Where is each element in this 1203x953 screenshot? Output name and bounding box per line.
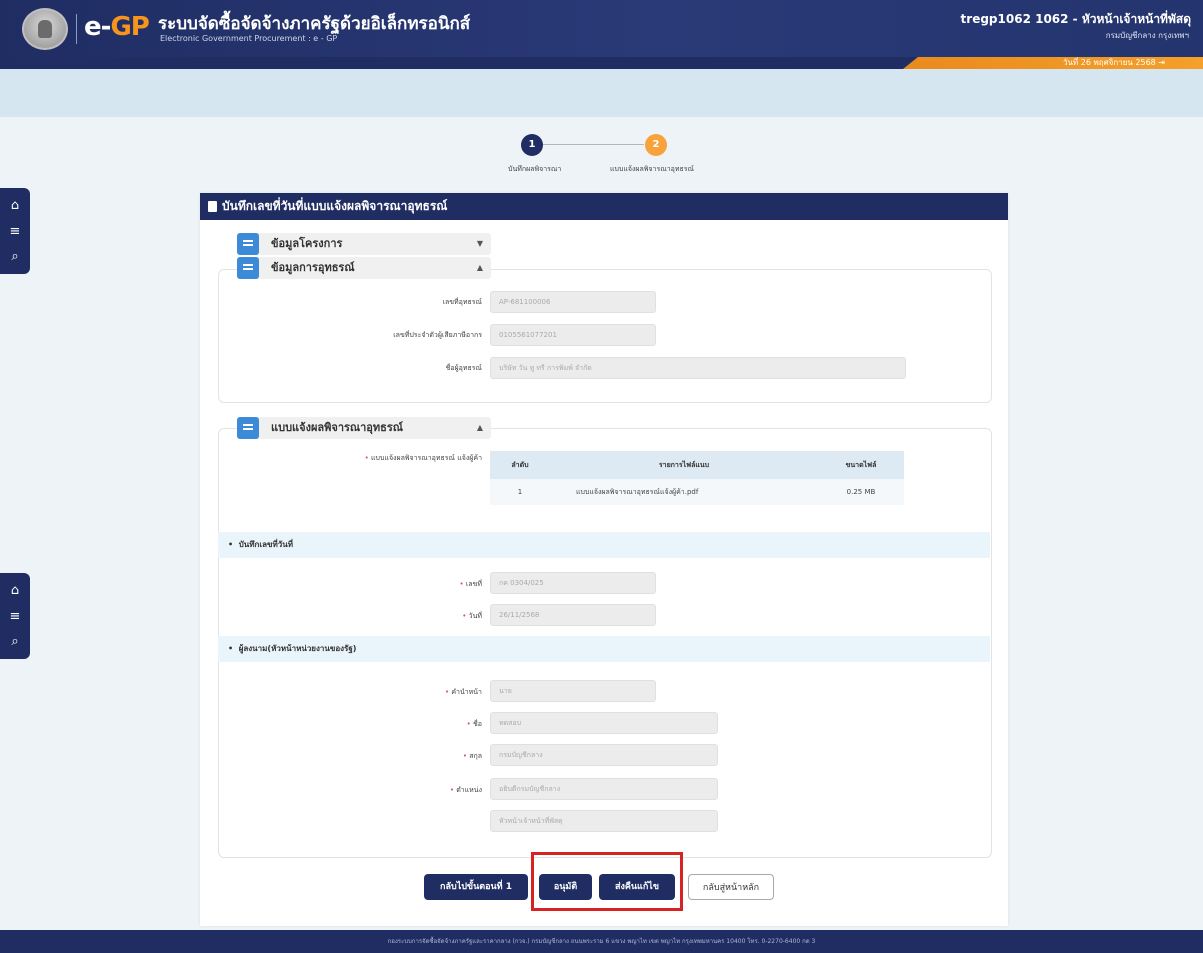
signer-heading-text: ผู้ลงนาม(หัวหน้าหน่วยงานของรัฐ) (238, 644, 357, 653)
header-divider (76, 14, 77, 44)
col-file-size: ขนาดไฟล์ (818, 451, 904, 479)
doc-date-label-text: วันที่ (468, 612, 482, 620)
step-1-circle: 1 (521, 134, 543, 156)
step-2-label: แบบแจ้งผลพิจารณาอุทธรณ์ (610, 165, 694, 173)
logout-icon[interactable]: ⇥ (1158, 58, 1165, 67)
appellant-name-label: ชื่อผู้อุทธรณ์ (445, 364, 482, 372)
back-to-home-button[interactable]: กลับสู่หน้าหลัก (688, 874, 774, 900)
system-subtitle: Electronic Government Procurement : e - … (160, 34, 338, 43)
step-2-circle: 2 (645, 134, 667, 156)
appellant-name-field: บริษัท วัน ทู ทรี การพิมพ์ จำกัด (490, 357, 906, 379)
appeal-info-accordion[interactable]: ข้อมูลการอุทธรณ์ ▲ (237, 257, 491, 279)
progress-stepper: 1 2 บันทึกผลพิจารณา แบบแจ้งผลพิจารณาอุทธ… (470, 130, 770, 185)
side-toolbar-top: ⌂ ≡ ⌕ (0, 188, 30, 274)
user-department: กรมบัญชีกลาง กรุงเทพฯ (1105, 31, 1189, 40)
position-label: • ตำแหน่ง (449, 786, 482, 794)
result-notice-title: แบบแจ้งผลพิจารณาอุทธรณ์ (271, 421, 403, 434)
government-emblem-icon (22, 8, 68, 50)
surname-label: • สกุล (462, 752, 482, 760)
card-title: บันทึกเลขที่วันที่แบบแจ้งผลพิจารณาอุทธรณ… (222, 199, 448, 213)
document-icon (208, 201, 217, 212)
doc-number-label: • เลขที่ (459, 580, 482, 588)
prefix-label: • คำนำหน้า (444, 688, 482, 696)
row-file-size: 0.25 MB (818, 479, 904, 505)
tax-id-label: เลขที่ประจำตัวผู้เสียภาษีอากร (393, 331, 482, 339)
card-header: บันทึกเลขที่วันที่แบบแจ้งผลพิจารณาอุทธรณ… (200, 193, 1008, 220)
appeal-number-field: AP-681100006 (490, 291, 656, 313)
menu-icon[interactable]: ≡ (10, 224, 21, 239)
footer: กองระบบการจัดซื้อจัดจ้างภาครัฐและราคากลา… (0, 930, 1203, 953)
table-header-row: ลำดับ รายการไฟล์แนบ ขนาดไฟล์ (490, 451, 904, 479)
record-number-heading: • บันทึกเลขที่วันที่ (218, 532, 990, 558)
appeal-number-label: เลขที่อุทธรณ์ (442, 298, 482, 306)
position-field-2: หัวหน้าเจ้าหน้าที่พัสดุ (490, 810, 718, 832)
prefix-label-text: คำนำหน้า (451, 688, 482, 696)
home-icon[interactable]: ⌂ (11, 198, 19, 213)
list-icon (237, 233, 259, 255)
prefix-field: นาย (490, 680, 656, 702)
list-icon (237, 417, 259, 439)
result-notice-accordion[interactable]: แบบแจ้งผลพิจารณาอุทธรณ์ ▲ (237, 417, 491, 439)
main-card: บันทึกเลขที่วันที่ แบบแจ้งผลพิจารณาอุทธรณ… (200, 193, 1008, 926)
header-subbar: วันที่ 26 พฤศจิกายน 2568 ⇥ (0, 57, 1203, 69)
list-icon (237, 257, 259, 279)
date-badge: วันที่ 26 พฤศจิกายน 2568 ⇥ (903, 57, 1203, 69)
top-header: e-GP ระบบจัดซื้อจัดจ้างภาครัฐด้วยอิเล็กท… (0, 0, 1203, 57)
doc-date-field: 26/11/2568 (490, 604, 656, 626)
menu-icon[interactable]: ≡ (10, 609, 21, 624)
search-icon[interactable]: ⌕ (11, 634, 18, 649)
egp-logo[interactable]: e-GP (84, 12, 150, 42)
date-text: วันที่ 26 พฤศจิกายน 2568 (1062, 58, 1156, 67)
home-icon[interactable]: ⌂ (11, 583, 19, 598)
notice-file-label: • แบบแจ้งผลพิจารณาอุทธรณ์ แจ้งผู้ค้า (364, 454, 482, 462)
highlight-box (531, 852, 683, 911)
file-link[interactable]: แบบแจ้งผลพิจารณาอุทธรณ์แจ้งผู้ค้า.pdf (550, 479, 818, 505)
search-icon[interactable]: ⌕ (11, 249, 18, 264)
col-file-list: รายการไฟล์แนบ (550, 451, 818, 479)
back-to-step-1-button[interactable]: กลับไปขั้นตอนที่ 1 (424, 874, 528, 900)
col-order: ลำดับ (490, 451, 550, 479)
stepper-line (532, 144, 644, 145)
project-info-accordion[interactable]: ข้อมูลโครงการ ▼ (237, 233, 491, 255)
first-name-label-text: ชื่อ (473, 720, 482, 728)
doc-date-label: • วันที่ (462, 612, 482, 620)
doc-number-field: กค 0304/025 (490, 572, 656, 594)
step-1-label: บันทึกผลพิจารณา (508, 165, 562, 173)
attachment-table: ลำดับ รายการไฟล์แนบ ขนาดไฟล์ 1 แบบแจ้งผล… (490, 451, 904, 505)
page-banner (0, 69, 1203, 117)
surname-label-text: สกุล (469, 752, 482, 760)
notice-file-label-text: แบบแจ้งผลพิจารณาอุทธรณ์ แจ้งผู้ค้า (371, 454, 482, 462)
chevron-down-icon[interactable]: ▼ (477, 233, 483, 255)
project-info-title: ข้อมูลโครงการ (271, 237, 343, 250)
position-label-text: ตำแหน่ง (456, 786, 482, 794)
surname-field: กรมบัญชีกลาง (490, 744, 718, 766)
chevron-up-icon[interactable]: ▲ (477, 257, 483, 279)
first-name-label: • ชื่อ (466, 720, 482, 728)
record-heading-text: บันทึกเลขที่วันที่ (238, 540, 293, 549)
first-name-field: ทดสอบ (490, 712, 718, 734)
user-name[interactable]: tregp1062 1062 - หัวหน้าเจ้าหน้าที่พัสดุ (961, 10, 1191, 29)
tax-id-field: 0105561077201 (490, 324, 656, 346)
row-order: 1 (490, 479, 550, 505)
chevron-up-icon[interactable]: ▲ (477, 417, 483, 439)
doc-number-label-text: เลขที่ (465, 580, 482, 588)
side-toolbar-bottom: ⌂ ≡ ⌕ (0, 573, 30, 659)
system-title: ระบบจัดซื้อจัดจ้างภาครัฐด้วยอิเล็กทรอนิก… (158, 14, 471, 34)
table-row: 1 แบบแจ้งผลพิจารณาอุทธรณ์แจ้งผู้ค้า.pdf … (490, 479, 904, 505)
signer-heading: • ผู้ลงนาม(หัวหน้าหน่วยงานของรัฐ) (218, 636, 990, 662)
position-field: อธิบดีกรมบัญชีกลาง (490, 778, 718, 800)
appeal-info-title: ข้อมูลการอุทธรณ์ (271, 261, 355, 274)
